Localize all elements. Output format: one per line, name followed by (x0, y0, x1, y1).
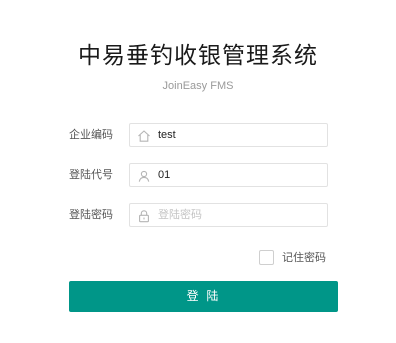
password-field[interactable] (129, 203, 328, 227)
lock-icon (139, 210, 149, 223)
login-id-input[interactable] (158, 165, 323, 185)
password-input[interactable] (158, 205, 323, 225)
login-id-field[interactable] (129, 163, 328, 187)
remember-password-checkbox[interactable] (259, 250, 274, 265)
company-code-input[interactable] (158, 125, 323, 145)
login-page: 中易垂钓收银管理系统 JoinEasy FMS 企业编码 登陆代号 登陆密码 (0, 0, 396, 343)
remember-password-label: 记住密码 (282, 251, 326, 264)
app-subtitle: JoinEasy FMS (162, 80, 234, 92)
user-icon (138, 170, 150, 182)
login-button[interactable]: 登 陆 (69, 281, 338, 312)
app-title: 中易垂钓收银管理系统 (78, 43, 318, 69)
company-code-field[interactable] (129, 123, 328, 147)
company-code-row: 企业编码 (0, 123, 396, 147)
company-code-label: 企业编码 (69, 128, 113, 141)
password-row: 登陆密码 (0, 203, 396, 227)
login-id-label: 登陆代号 (69, 168, 113, 181)
password-label: 登陆密码 (69, 208, 113, 221)
home-icon (138, 130, 150, 142)
login-id-row: 登陆代号 (0, 163, 396, 187)
